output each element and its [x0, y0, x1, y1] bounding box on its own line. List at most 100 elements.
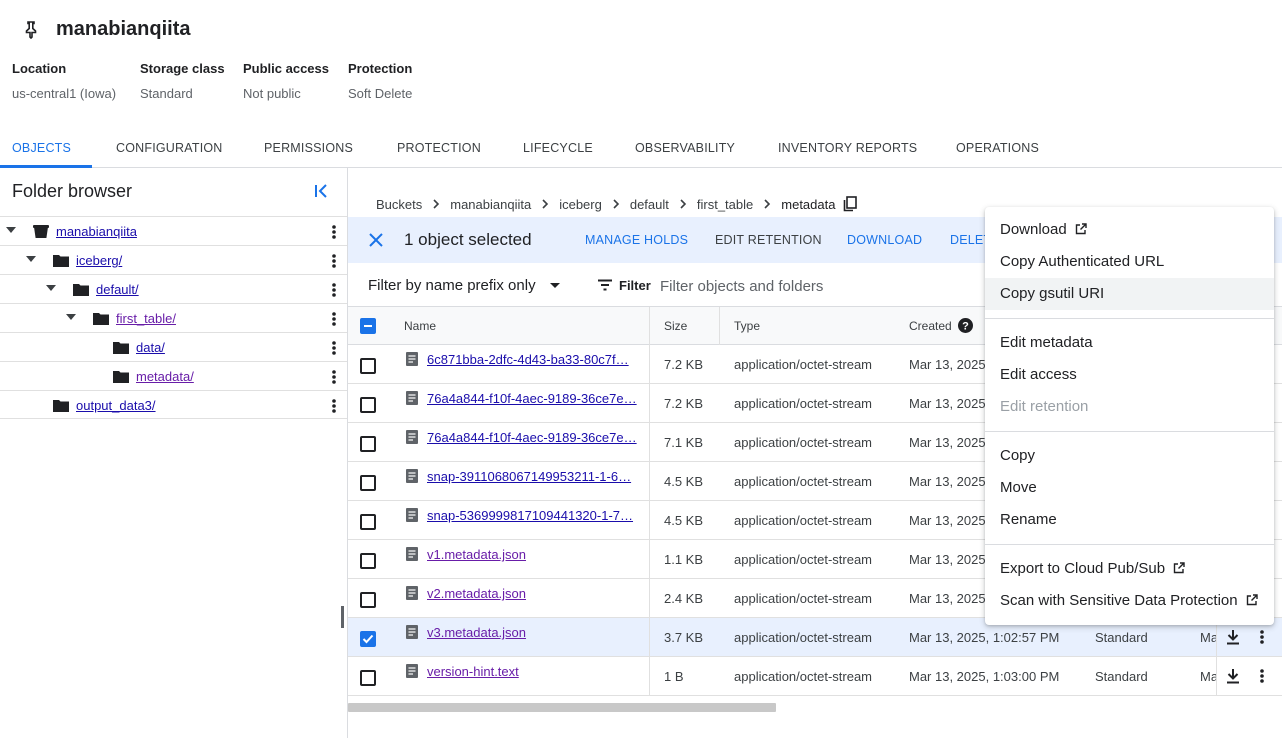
- object-created: Mar 13, 2025: [909, 591, 986, 606]
- tree-item-manabianqiita[interactable]: manabianqiita: [0, 216, 347, 245]
- row-checkbox[interactable]: [360, 436, 376, 452]
- expand-caret-icon[interactable]: [6, 227, 16, 233]
- column-divider[interactable]: [719, 307, 720, 345]
- edit-retention-button[interactable]: EDIT RETENTION: [715, 233, 822, 247]
- tab-lifecycle[interactable]: LIFECYCLE: [523, 128, 593, 168]
- row-checkbox[interactable]: [360, 475, 376, 491]
- folder-icon: [113, 371, 129, 383]
- tree-item-data[interactable]: data/: [0, 332, 347, 361]
- filter-input[interactable]: [660, 275, 960, 297]
- menu-item-copy-authenticated-url[interactable]: Copy Authenticated URL: [985, 246, 1274, 278]
- more-vert-icon[interactable]: [330, 340, 338, 356]
- tree-item-label[interactable]: iceberg/: [76, 253, 122, 268]
- menu-item-edit-access[interactable]: Edit access: [985, 359, 1274, 391]
- object-size: 3.7 KB: [664, 630, 704, 645]
- menu-item-copy[interactable]: Copy: [985, 440, 1274, 472]
- select-all-checkbox[interactable]: [360, 318, 376, 334]
- column-divider[interactable]: [649, 307, 650, 345]
- column-type[interactable]: Type: [734, 319, 760, 333]
- tab-inventory-reports[interactable]: INVENTORY REPORTS: [778, 128, 917, 168]
- object-name-link[interactable]: snap-5369999817109441320-1-7…: [427, 508, 633, 523]
- row-checkbox[interactable]: [360, 397, 376, 413]
- download-icon[interactable]: [1226, 668, 1240, 684]
- tab-operations[interactable]: OPERATIONS: [956, 128, 1039, 168]
- check-icon: [362, 634, 374, 644]
- menu-item-label: Edit retention: [1000, 398, 1089, 415]
- breadcrumb-item[interactable]: Buckets: [376, 197, 422, 212]
- tree-item-label[interactable]: default/: [96, 282, 139, 297]
- tree-item-label[interactable]: manabianqiita: [56, 224, 137, 239]
- panel-resize-handle[interactable]: [341, 606, 344, 628]
- tree-item-label[interactable]: first_table/: [116, 311, 176, 326]
- object-name-link[interactable]: 6c871bba-2dfc-4d43-ba33-80c7f…: [427, 352, 629, 367]
- column-name[interactable]: Name: [404, 319, 436, 333]
- row-checkbox[interactable]: [360, 631, 376, 647]
- tree-item-output-data3[interactable]: output_data3/: [0, 390, 347, 419]
- tab-configuration[interactable]: CONFIGURATION: [116, 128, 223, 168]
- tree-item-label[interactable]: output_data3/: [76, 398, 156, 413]
- more-vert-icon[interactable]: [330, 311, 338, 327]
- help-icon[interactable]: ?: [958, 318, 973, 333]
- row-checkbox[interactable]: [360, 358, 376, 374]
- tab-observability[interactable]: OBSERVABILITY: [635, 128, 735, 168]
- object-name-link[interactable]: version-hint.text: [427, 664, 519, 679]
- menu-item-move[interactable]: Move: [985, 472, 1274, 504]
- menu-item-copy-gsutil-uri[interactable]: Copy gsutil URI: [985, 278, 1274, 310]
- more-vert-icon[interactable]: [1258, 629, 1266, 645]
- breadcrumb-item[interactable]: manabianqiita: [450, 197, 531, 212]
- object-name-link[interactable]: v1.metadata.json: [427, 547, 526, 562]
- collapse-panel-icon[interactable]: [311, 181, 331, 201]
- clear-selection-icon[interactable]: [367, 231, 385, 249]
- column-created[interactable]: Created: [909, 319, 952, 333]
- menu-item-edit-metadata[interactable]: Edit metadata: [985, 327, 1274, 359]
- download-button[interactable]: DOWNLOAD: [847, 233, 922, 247]
- object-name-link[interactable]: 76a4a844-f10f-4aec-9189-36ce7e…: [427, 430, 637, 445]
- row-checkbox[interactable]: [360, 514, 376, 530]
- more-vert-icon[interactable]: [330, 224, 338, 240]
- download-icon[interactable]: [1226, 629, 1240, 645]
- object-name-link[interactable]: v3.metadata.json: [427, 625, 526, 640]
- expand-caret-icon[interactable]: [46, 285, 56, 291]
- filter-icon[interactable]: [598, 279, 612, 291]
- menu-item-rename[interactable]: Rename: [985, 504, 1274, 536]
- more-vert-icon[interactable]: [330, 398, 338, 414]
- tree-item-label[interactable]: metadata/: [136, 369, 194, 384]
- row-checkbox[interactable]: [360, 553, 376, 569]
- row-checkbox[interactable]: [360, 592, 376, 608]
- more-vert-icon[interactable]: [330, 282, 338, 298]
- object-name-link[interactable]: v2.metadata.json: [427, 586, 526, 601]
- filter-label[interactable]: Filter: [619, 278, 651, 293]
- manage-holds-button[interactable]: MANAGE HOLDS: [585, 233, 688, 247]
- menu-item-label: Rename: [1000, 511, 1057, 528]
- tab-protection[interactable]: PROTECTION: [397, 128, 481, 168]
- column-size[interactable]: Size: [664, 319, 687, 333]
- tree-item-first-table[interactable]: first_table/: [0, 303, 347, 332]
- tab-objects[interactable]: OBJECTS: [12, 128, 71, 168]
- filter-prefix-dropdown[interactable]: Filter by name prefix only: [368, 277, 536, 294]
- menu-item-download[interactable]: Download: [985, 214, 1274, 246]
- object-name-link[interactable]: 76a4a844-f10f-4aec-9189-36ce7e…: [427, 391, 637, 406]
- tree-item-iceberg[interactable]: iceberg/: [0, 245, 347, 274]
- more-vert-icon[interactable]: [1258, 668, 1266, 684]
- more-vert-icon[interactable]: [330, 369, 338, 385]
- menu-item-scan-with-sensitive-data-protection[interactable]: Scan with Sensitive Data Protection: [985, 585, 1274, 617]
- menu-item-export-to-cloud-pub-sub[interactable]: Export to Cloud Pub/Sub: [985, 553, 1274, 585]
- breadcrumb-item[interactable]: first_table: [697, 197, 753, 212]
- more-vert-icon[interactable]: [330, 253, 338, 269]
- row-checkbox[interactable]: [360, 670, 376, 686]
- dropdown-caret-icon[interactable]: [550, 283, 560, 288]
- table-row[interactable]: version-hint.text 1 B application/octet-st…: [348, 657, 1282, 696]
- object-name-link[interactable]: snap-3911068067149953211-1-6…: [427, 469, 631, 484]
- expand-caret-icon[interactable]: [26, 256, 36, 262]
- tab-permissions[interactable]: PERMISSIONS: [264, 128, 353, 168]
- pin-icon[interactable]: [22, 19, 40, 39]
- object-last-modified: Ma: [1200, 669, 1216, 684]
- tree-item-label[interactable]: data/: [136, 340, 165, 355]
- breadcrumb-item[interactable]: iceberg: [559, 197, 602, 212]
- copy-path-icon[interactable]: [843, 196, 858, 212]
- breadcrumb-item[interactable]: default: [630, 197, 669, 212]
- tree-item-metadata[interactable]: metadata/: [0, 361, 347, 390]
- expand-caret-icon[interactable]: [66, 314, 76, 320]
- horizontal-scrollbar[interactable]: [348, 703, 776, 712]
- tree-item-default[interactable]: default/: [0, 274, 347, 303]
